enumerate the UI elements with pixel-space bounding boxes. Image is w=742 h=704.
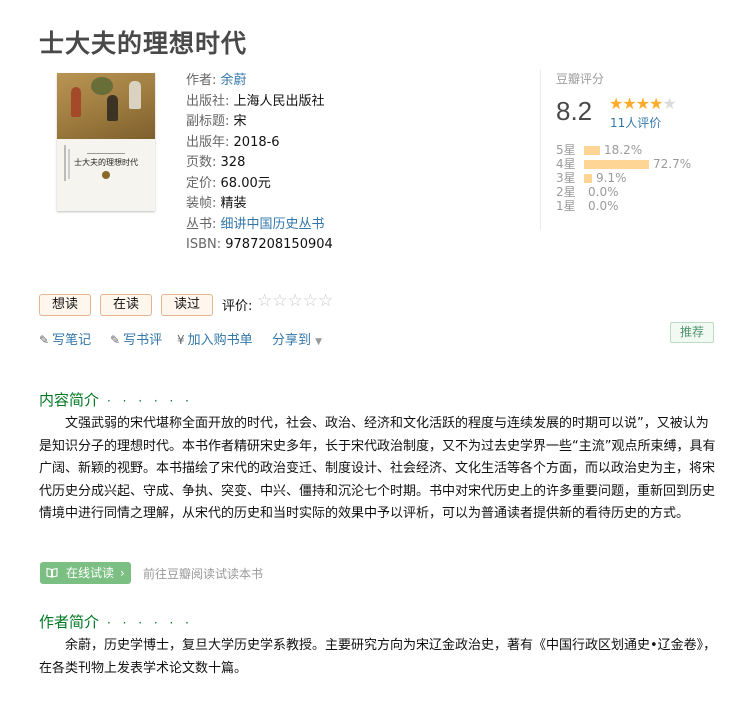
rating-bar-fill xyxy=(584,174,592,183)
info-value: 2018-6 xyxy=(233,134,280,150)
reading-button[interactable]: 在读 xyxy=(100,294,152,316)
rating-panel: 豆瓣评分 8.2 ★★★★★ 11人评价 5星 18.2% 4星 72.7% 3星 9.1… xyxy=(540,70,721,230)
info-row: 作者: 余蔚 xyxy=(186,71,333,92)
info-label: 出版社: xyxy=(186,93,230,109)
book-icon xyxy=(46,567,58,578)
info-label: 副标题: xyxy=(186,114,230,129)
book-info: 作者: 余蔚 出版社: 上海人民出版社 副标题: 宋出版年: 2018-6 页数: 3… xyxy=(186,71,333,256)
rating-bar-percent: 0.0% xyxy=(588,199,619,213)
read-online-button[interactable]: 在线试读 › xyxy=(40,562,131,584)
info-label: 装帧: xyxy=(186,196,217,211)
star-icon: ★ xyxy=(635,94,650,113)
chevron-right-icon: › xyxy=(120,566,125,580)
rating-bar-percent: 0.0% xyxy=(588,185,619,199)
write-note-link[interactable]: ✎ 写笔记 xyxy=(39,329,91,348)
info-label: 定价: xyxy=(186,175,217,191)
info-value: 宋 xyxy=(233,114,247,129)
book-title: 士大夫的理想时代 xyxy=(39,29,248,58)
info-label: 丛书: xyxy=(186,216,217,232)
info-row: 定价: 68.00元 xyxy=(186,174,333,195)
info-label: 作者: xyxy=(186,73,217,88)
info-value: 68.00元 xyxy=(220,175,271,191)
rating-bar-label: 1星 xyxy=(556,199,576,213)
info-link[interactable]: 余蔚 xyxy=(221,73,247,88)
star-icon: ★ xyxy=(609,94,623,113)
cover-seal xyxy=(102,171,110,179)
info-value: 精装 xyxy=(220,196,247,211)
info-row: 副标题: 宋 xyxy=(186,112,333,133)
author-text: 余蔚，历史学博士，复旦大学历史学系教授。主要研究方向为宋辽金政治史，著有《中国行… xyxy=(39,638,717,676)
pencil-icon: ✎ xyxy=(110,333,121,347)
rating-bar-label: 5星 xyxy=(556,143,576,157)
info-row: 出版社: 上海人民出版社 xyxy=(186,92,333,113)
author-heading: 作者简介 · · · · · · xyxy=(39,613,193,631)
recommend-button[interactable]: 推荐 xyxy=(670,322,714,343)
rating-stars: ★★★★★ xyxy=(609,94,677,113)
rate-label: 评价: xyxy=(222,299,253,314)
info-value: 328 xyxy=(220,155,246,170)
info-value: 上海人民出版社 xyxy=(233,93,325,109)
pencil-icon: ✎ xyxy=(39,333,50,347)
book-cover[interactable]: 士大夫的理想时代 xyxy=(57,73,155,211)
rating-bar-percent: 72.7% xyxy=(653,157,692,171)
rating-bar-label: 3星 xyxy=(556,171,576,185)
rating-bar-fill xyxy=(584,160,649,169)
info-row: 装帧: 精装 xyxy=(186,194,333,215)
info-link[interactable]: 细讲中国历史丛书 xyxy=(221,217,325,232)
cover-painting xyxy=(57,73,155,139)
info-row: 丛书: 细讲中国历史丛书 xyxy=(186,215,333,236)
cover-title: 士大夫的理想时代 xyxy=(74,158,138,167)
intro-text: 文强武弱的宋代堪称全面开放的时代，社会、政治、经济和文化活跃的程度与连续发展的时… xyxy=(39,416,716,521)
star-icon: ★ xyxy=(649,94,663,113)
rate-stars[interactable]: ☆☆☆☆☆ xyxy=(257,291,333,311)
star-icon: ★ xyxy=(622,94,636,113)
write-review-link[interactable]: ✎ 写书评 xyxy=(110,329,162,348)
rating-score: 8.2 xyxy=(556,96,593,126)
rating-bar-fill xyxy=(584,146,600,155)
want-read-button[interactable]: 想读 xyxy=(39,294,91,316)
rating-heading: 豆瓣评分 xyxy=(556,72,605,86)
info-label: 页数: xyxy=(186,155,217,170)
rating-bar-label: 4星 xyxy=(556,157,576,171)
intro-heading: 内容简介 · · · · · · xyxy=(39,391,193,409)
star-icon: ★ xyxy=(662,94,676,113)
info-label: ISBN: xyxy=(186,237,222,252)
rating-bar-percent: 18.2% xyxy=(604,143,643,157)
yen-icon: ¥ xyxy=(177,333,185,347)
rating-bar-percent: 9.1% xyxy=(596,171,627,185)
read-online-tip: 前往豆瓣阅读试读本书 xyxy=(143,567,264,581)
rating-people-link[interactable]: 11人评价 xyxy=(610,114,661,131)
add-to-cart-link[interactable]: ¥ 加入购书单 xyxy=(177,329,253,348)
info-row: 页数: 328 xyxy=(186,153,333,174)
share-link[interactable]: 分享到 ▼ xyxy=(272,329,322,348)
info-value: 9787208150904 xyxy=(225,237,333,252)
have-read-button[interactable]: 读过 xyxy=(161,294,213,316)
chevron-down-icon: ▼ xyxy=(315,337,323,347)
info-row: ISBN: 9787208150904 xyxy=(186,235,333,256)
info-row: 出版年: 2018-6 xyxy=(186,133,333,154)
info-label: 出版年: xyxy=(186,134,230,150)
rating-bar-label: 2星 xyxy=(556,185,576,199)
